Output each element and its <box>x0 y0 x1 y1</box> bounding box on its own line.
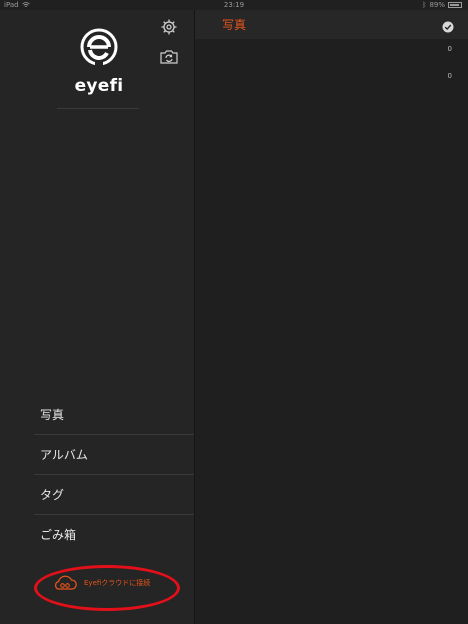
logo-divider <box>57 108 139 109</box>
battery-icon <box>448 2 462 8</box>
battery-percent: 89% <box>429 1 445 9</box>
checkmark-circle-icon[interactable] <box>442 18 454 33</box>
logo-text: eyefi <box>74 76 124 96</box>
bluetooth-icon: ᛒ <box>422 1 427 9</box>
sidebar-item-trash[interactable]: ごみ箱 <box>0 515 194 555</box>
item-count: 0 <box>447 72 452 80</box>
gear-icon[interactable] <box>160 18 178 36</box>
status-bar: iPad 23:19 ᛒ 89% <box>0 0 468 10</box>
sidebar-nav: 写真 アルバム タグ ごみ箱 <box>0 395 194 555</box>
cloud-connect-label: Eyefiクラウドに接続 <box>84 579 151 587</box>
sidebar-item-tags[interactable]: タグ <box>0 475 194 515</box>
sidebar-item-label: 写真 <box>40 408 65 422</box>
page-title: 写真 <box>222 18 247 32</box>
cloud-connect-area: Eyefiクラウドに接続 <box>34 565 180 611</box>
sidebar-item-label: タグ <box>40 488 65 502</box>
sidebar-item-photos[interactable]: 写真 <box>0 395 194 435</box>
sidebar-item-label: ごみ箱 <box>40 528 77 542</box>
sidebar-item-albums[interactable]: アルバム <box>0 435 194 475</box>
cloud-connect-button[interactable]: Eyefiクラウドに接続 <box>52 575 150 591</box>
eyefi-logo-icon <box>79 24 119 70</box>
camera-sync-icon[interactable] <box>159 49 179 65</box>
item-count: 0 <box>447 45 452 53</box>
sidebar-item-label: アルバム <box>40 448 88 462</box>
sidebar: eyefi 写真 アルバム タグ ごみ箱 Eyefiクラウドに接続 <box>0 10 195 624</box>
main-header: 写真 <box>195 10 468 39</box>
cloud-link-icon <box>54 575 77 590</box>
main-panel: 写真 0 0 <box>195 10 468 624</box>
status-right: ᛒ 89% <box>422 0 462 10</box>
status-time: 23:19 <box>223 1 245 9</box>
